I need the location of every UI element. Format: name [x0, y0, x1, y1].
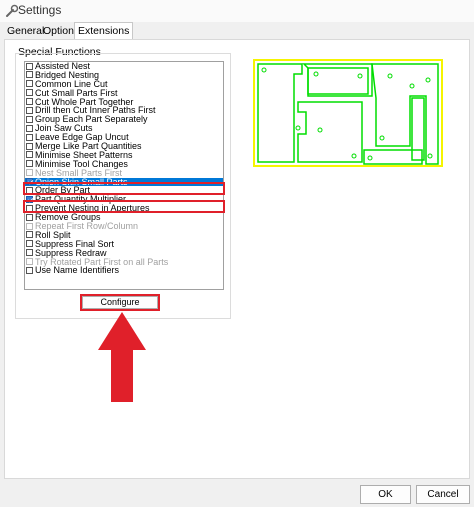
checkbox[interactable] — [26, 106, 33, 114]
checkbox[interactable] — [26, 213, 33, 221]
list-item-label: Use Name Identifiers — [35, 265, 120, 276]
checkbox[interactable] — [26, 71, 33, 79]
window-title: Settings — [18, 3, 62, 17]
checkbox — [26, 222, 33, 230]
checkbox[interactable] — [26, 266, 33, 274]
cancel-button[interactable]: Cancel — [416, 485, 470, 504]
checkbox[interactable] — [26, 142, 33, 150]
special-functions-list[interactable]: Assisted Nest Bridged Nesting Common Line … — [24, 61, 224, 290]
checkbox — [26, 258, 33, 266]
title-bar: Settings — [0, 0, 474, 22]
checkbox[interactable] — [26, 151, 33, 159]
checkbox[interactable] — [26, 240, 33, 248]
checkbox[interactable] — [26, 89, 33, 97]
checkbox[interactable] — [26, 98, 33, 106]
arrow-up-icon — [98, 312, 146, 402]
checkbox[interactable] — [26, 249, 33, 257]
checkbox[interactable] — [26, 124, 33, 132]
tab-extensions[interactable]: Extensions — [74, 22, 134, 40]
configure-button[interactable]: Configure — [82, 296, 158, 309]
ok-button[interactable]: OK — [360, 485, 411, 504]
checkbox[interactable] — [26, 204, 33, 212]
checkbox[interactable] — [26, 186, 33, 194]
checkbox[interactable] — [26, 178, 33, 186]
checkbox[interactable] — [26, 195, 33, 203]
checkbox — [26, 169, 33, 177]
checkbox[interactable] — [26, 62, 33, 70]
checkbox[interactable] — [26, 160, 33, 168]
checkbox[interactable] — [26, 133, 33, 141]
nest-preview — [242, 46, 456, 176]
checkbox[interactable] — [26, 115, 33, 123]
checkbox[interactable] — [26, 231, 33, 239]
list-item[interactable]: Use Name Identifiers — [25, 266, 223, 275]
checkbox[interactable] — [26, 80, 33, 88]
